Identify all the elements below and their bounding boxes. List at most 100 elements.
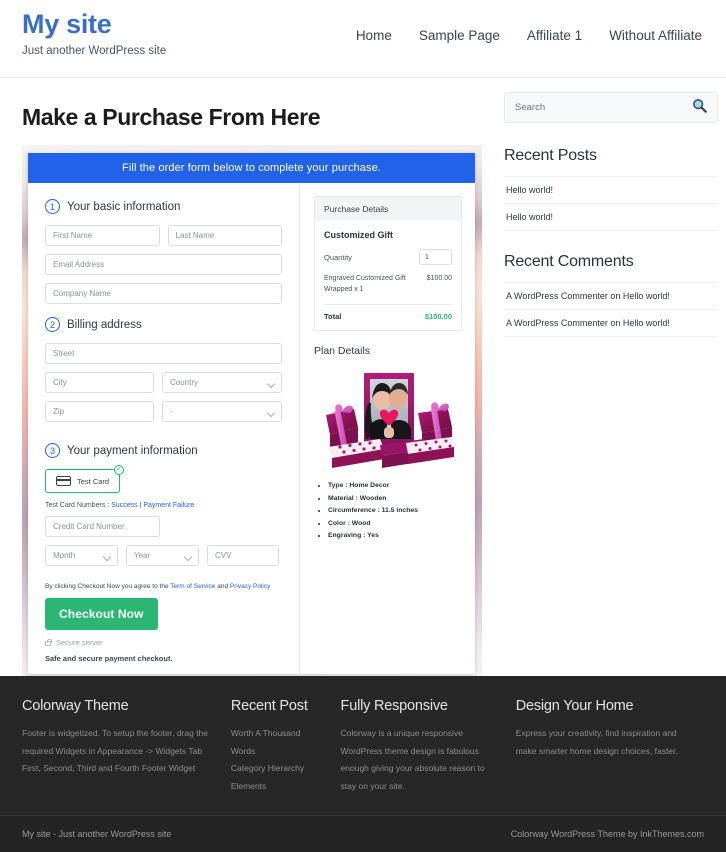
cvv-input[interactable]: CVV	[207, 545, 279, 566]
recent-comment-item[interactable]: A WordPress Commenter on Hello world!	[504, 283, 718, 310]
expiry-year-select[interactable]: Year	[126, 545, 199, 566]
step-3-number: 3	[45, 443, 60, 458]
credit-card-number-input[interactable]: Credit Card Number	[45, 516, 160, 537]
product-image	[314, 365, 462, 470]
product-specs-list: Type : Home Decor Material : Wooden Circ…	[314, 480, 462, 543]
total-value: $100.00	[425, 312, 452, 321]
search-widget[interactable]	[504, 92, 718, 123]
checkout-background: Fill the order form below to complete yo…	[22, 145, 482, 680]
footer-widget-fully-responsive: Fully Responsive Colorway is a unique re…	[341, 698, 516, 795]
terms-prefix: By clicking Checkout Now you agree to th…	[45, 583, 170, 590]
footer-widget-title: Colorway Theme	[22, 698, 213, 714]
footer-widget-text: Express your creativity, find inspiratio…	[516, 725, 686, 760]
quantity-input[interactable]: 1	[419, 249, 452, 265]
email-input[interactable]: Email Address	[45, 254, 282, 275]
company-name-input[interactable]: Company Name	[45, 283, 282, 304]
recent-posts-title: Recent Posts	[504, 147, 718, 167]
footer-widget-design-your-home: Design Your Home Express your creativity…	[516, 698, 704, 795]
country-select[interactable]: Country	[162, 372, 282, 393]
safe-checkout-note: Safe and secure payment checkout.	[45, 654, 282, 663]
nav-item-sample-page[interactable]: Sample Page	[419, 28, 500, 43]
nav-item-home[interactable]: Home	[356, 28, 392, 43]
copyright-left: My site - Just another WordPress site	[22, 829, 171, 839]
term-of-service-link[interactable]: Term of Service	[170, 583, 215, 590]
brand[interactable]: My site Just another WordPress site	[22, 0, 166, 57]
site-tagline: Just another WordPress site	[22, 45, 166, 57]
last-name-input[interactable]: Last Name	[168, 225, 283, 246]
spec-item: Material : Wooden	[328, 493, 462, 506]
step-1-number: 1	[45, 199, 60, 214]
terms-note: By clicking Checkout Now you agree to th…	[45, 583, 282, 590]
step-3-label: Your payment information	[67, 445, 198, 457]
copyright-bar: My site - Just another WordPress site Co…	[0, 815, 726, 852]
step-2-header: 2 Billing address	[45, 317, 282, 332]
purchase-details-body: Customized Gift Quantity 1 Engraved Cust…	[314, 221, 462, 331]
plan-details-title: Plan Details	[314, 345, 462, 357]
recent-comments-title: Recent Comments	[504, 253, 718, 273]
site-title[interactable]: My site	[22, 10, 166, 40]
step-3-header: 3 Your payment information	[45, 443, 282, 458]
footer-widget-title: Design Your Home	[516, 698, 686, 714]
recent-comments-list: A WordPress Commenter on Hello world! A …	[504, 282, 718, 337]
site-footer: Colorway Theme Footer is widgetized. To …	[0, 676, 726, 852]
privacy-policy-link[interactable]: Privacy Policy	[230, 583, 270, 590]
first-name-input[interactable]: First Name	[45, 225, 160, 246]
recent-post-item[interactable]: Hello world!	[504, 177, 718, 204]
footer-post-item[interactable]: Category Hierarchy	[231, 760, 323, 777]
main-navigation: Home Sample Page Affiliate 1 Without Aff…	[356, 0, 704, 43]
sidebar: Recent Posts Hello world! Hello world! R…	[504, 78, 718, 680]
zip-input[interactable]: Zip	[45, 401, 154, 422]
step-1-label: Your basic information	[67, 201, 180, 213]
state-select[interactable]: -	[162, 401, 282, 422]
footer-widget-colorway-theme: Colorway Theme Footer is widgetized. To …	[22, 698, 231, 795]
summary-pane: Purchase Details Customized Gift Quantit…	[300, 183, 475, 674]
terms-and: and	[215, 583, 229, 590]
quantity-row: Quantity 1	[324, 249, 452, 265]
main-column: Make a Purchase From Here Fill the order…	[22, 78, 482, 680]
credit-card-icon	[56, 476, 71, 486]
quantity-label: Quantity	[324, 253, 352, 262]
footer-widget-title: Fully Responsive	[341, 698, 498, 714]
checkout-now-button[interactable]: Checkout Now	[45, 598, 158, 630]
success-link[interactable]: Success	[111, 502, 137, 509]
city-input[interactable]: City	[45, 372, 154, 393]
footer-post-item[interactable]: Worth A Thousand Words	[231, 725, 323, 760]
footer-widget-text: Colorway is a unique responsive WordPres…	[341, 725, 498, 795]
spec-item: Color : Wood	[328, 518, 462, 531]
street-input[interactable]: Street	[45, 343, 282, 364]
search-input[interactable]	[515, 102, 692, 113]
footer-post-item[interactable]: Elements	[231, 778, 323, 795]
checkout-form-pane: 1 Your basic information First Name Last…	[28, 183, 300, 674]
total-row: Total $100.00	[324, 305, 452, 321]
checkout-card: Fill the order form below to complete yo…	[28, 153, 475, 674]
nav-item-affiliate-1[interactable]: Affiliate 1	[527, 28, 582, 43]
line-item-row: Engraved Customized Gift Wrapped x 1 $10…	[324, 274, 452, 305]
line-item-price: $100.00	[427, 274, 452, 295]
expiry-month-select[interactable]: Month	[45, 545, 118, 566]
recent-comment-item[interactable]: A WordPress Commenter on Hello world!	[504, 310, 718, 337]
footer-recent-post-list: Worth A Thousand Words Category Hierarch…	[231, 725, 323, 795]
nav-item-without-affiliate[interactable]: Without Affiliate	[609, 28, 702, 43]
purchase-details-title: Purchase Details	[314, 196, 462, 221]
spec-item: Circumference : 11.5 inches	[328, 505, 462, 518]
content-wrapper: Make a Purchase From Here Fill the order…	[0, 78, 726, 680]
checkout-banner: Fill the order form below to complete yo…	[28, 153, 475, 183]
step-2-label: Billing address	[67, 319, 142, 331]
total-label: Total	[324, 312, 341, 321]
magnifier-icon[interactable]	[692, 98, 707, 118]
test-card-label: Test Card	[77, 477, 109, 486]
footer-widgets: Colorway Theme Footer is widgetized. To …	[0, 676, 726, 815]
recent-posts-list: Hello world! Hello world!	[504, 176, 718, 231]
secure-server-row: Secure server	[45, 638, 282, 647]
footer-widget-text: Footer is widgetized. To setup the foote…	[22, 725, 213, 777]
payment-failure-link[interactable]: Payment Failure	[143, 502, 194, 509]
widget-spacer	[504, 231, 718, 253]
footer-widget-recent-post: Recent Post Worth A Thousand Words Categ…	[231, 698, 341, 795]
copyright-right[interactable]: Colorway WordPress Theme by InkThemes.co…	[511, 829, 704, 839]
test-numbers-prefix: Test Card Numbers :	[45, 502, 111, 509]
recent-post-item[interactable]: Hello world!	[504, 204, 718, 231]
step-2-number: 2	[45, 317, 60, 332]
spec-item: Type : Home Decor	[328, 480, 462, 493]
test-card-option[interactable]: ✓ Test Card	[45, 469, 120, 493]
secure-server-label: Secure server	[56, 638, 103, 647]
